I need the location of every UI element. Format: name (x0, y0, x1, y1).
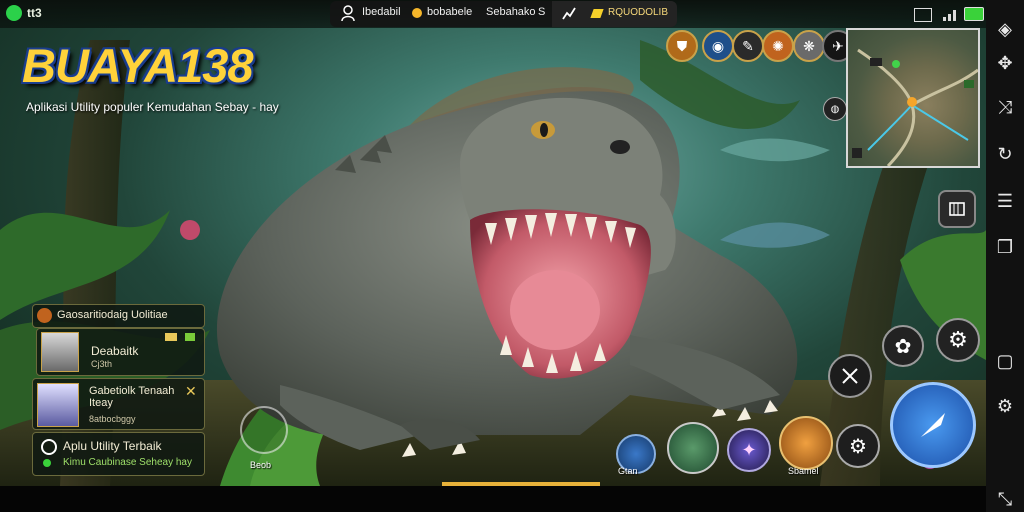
mode-suffix: S (538, 6, 546, 18)
rotate-icon[interactable]: ↻ (994, 143, 1016, 165)
no-weapon-icon[interactable] (828, 354, 872, 398)
bag-skill-label: Gtan (618, 466, 638, 476)
member-name: Gabetiolk Tenaah Iteay (89, 385, 175, 409)
game-viewport[interactable]: tt3 Ibedabil bobabele Sebahako S RQUODOL… (0, 0, 986, 486)
gear-icon[interactable]: ⚙ (994, 395, 1016, 417)
layers-icon[interactable]: ☰ (994, 190, 1016, 212)
battery-icon (964, 7, 984, 21)
promo-subtitle: Kimu Caubinase Seheay hay (63, 457, 192, 468)
top-info-bar[interactable]: Ibedabil bobabele Sebahako S RQUODOLIB (330, 1, 677, 27)
promo-title: Aplu Utility Terbaik (63, 439, 162, 453)
shuffle-icon[interactable]: ⤨ (994, 96, 1016, 118)
special-skill-label: Sbamel (788, 466, 819, 476)
paw-icon[interactable]: ✿ (882, 325, 924, 367)
resource-label: RQUODOLIB (608, 7, 669, 18)
member-avatar (41, 332, 79, 372)
player-name: Ibedabil (362, 6, 401, 18)
chart-icon (562, 6, 576, 20)
compass-icon[interactable]: ◍ (823, 97, 847, 121)
joystick-ring[interactable] (240, 406, 288, 454)
hero-skill-icon[interactable] (667, 422, 719, 474)
gem-icon (590, 9, 604, 18)
fullscreen-icon[interactable]: ⤡ (994, 488, 1016, 510)
party-header-text: Gaosaritiodaig Uolitiae (57, 309, 168, 321)
currency-label: bobabele (427, 6, 473, 18)
app-badge: tt3 (27, 6, 42, 20)
avatar-icon (340, 5, 356, 22)
square-icon[interactable]: ▢ (994, 350, 1016, 372)
star-skill-icon[interactable]: ✦ (727, 428, 771, 472)
promo-panel[interactable]: Aplu Utility Terbaik Kimu Caubinase Sehe… (32, 432, 205, 476)
system-sidebar: ◈ ✥ ⤨ ↻ ☰ ❐ ▢ ⚙ ⤡ (986, 0, 1024, 512)
eye-icon (41, 439, 57, 455)
online-dot-icon (43, 459, 51, 467)
gift-icon[interactable]: ❋ (793, 30, 825, 62)
resource-box[interactable]: RQUODOLIB (552, 1, 677, 27)
coin-icon (412, 8, 422, 18)
mode-label: Sebahako (486, 6, 536, 18)
member-avatar (37, 383, 79, 427)
game-logo: BUAYA138 (22, 39, 254, 92)
shield-icon[interactable]: ⛊ (666, 30, 698, 62)
inventory-icon[interactable] (938, 190, 976, 228)
member-detail: Cj3th (91, 359, 113, 369)
quill-icon[interactable]: ✎ (732, 30, 764, 62)
minimap[interactable] (846, 28, 980, 168)
member-name: Deabaitk (91, 344, 139, 358)
special-skill-icon[interactable] (779, 416, 833, 470)
party-member[interactable]: Gabetiolk Tenaah Iteay 8atbocbggy ✕ (32, 378, 205, 430)
target-icon[interactable]: ✺ (762, 30, 794, 62)
bottom-bar (0, 486, 986, 512)
gear-skill-icon[interactable]: ⚙ (836, 424, 880, 468)
signal-icon (942, 8, 958, 21)
settings-gear-icon[interactable]: ⚙ (936, 318, 980, 362)
joystick-label: Beob (250, 460, 272, 470)
globe-icon[interactable]: ◉ (702, 30, 734, 62)
logo-subtitle: Aplikasi Utility populer Kemudahan Sebay… (26, 100, 279, 114)
check-icon (6, 5, 22, 21)
copy-icon[interactable]: ❐ (994, 236, 1016, 258)
swords-icon: ✕ (185, 383, 197, 399)
party-emblem-icon (37, 308, 52, 323)
card-icon (914, 8, 932, 22)
attack-button[interactable] (890, 382, 976, 468)
member-detail: 8atbocbggy (89, 414, 136, 424)
member-status-icon (185, 333, 195, 341)
party-member[interactable]: Deabaitk Cj3th (36, 328, 205, 376)
puzzle-icon[interactable]: ✥ (994, 52, 1016, 74)
party-header[interactable]: Gaosaritiodaig Uolitiae (32, 304, 205, 328)
member-rank-icon (165, 333, 177, 341)
diamond-icon[interactable]: ◈ (994, 18, 1016, 40)
